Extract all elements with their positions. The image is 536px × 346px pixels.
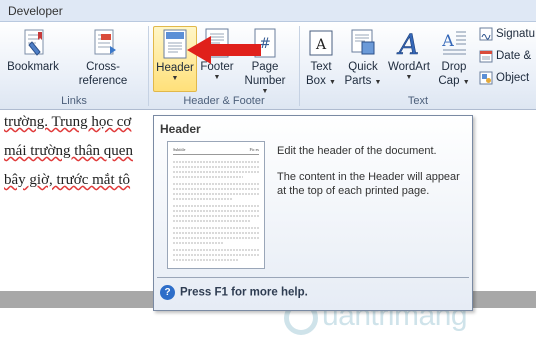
footer-dropdown-icon[interactable]: ▼ xyxy=(197,74,237,82)
header-tooltip: Header Subtitle Pic es Edit the header o… xyxy=(153,115,473,311)
thumbnail-header-rule xyxy=(173,154,259,155)
signature-icon xyxy=(479,27,493,41)
text-group-label: Text xyxy=(407,95,429,107)
object-button[interactable]: Object xyxy=(479,71,529,89)
drop-cap-button[interactable]: A Drop Cap ▼ xyxy=(437,26,471,92)
date-time-label: Date & xyxy=(496,50,532,63)
document-text-line: bây giờ, trước mắt tô xyxy=(4,172,131,188)
quick-parts-dropdown-icon[interactable]: ▼ xyxy=(375,79,382,86)
quick-parts-label-line2: Parts xyxy=(344,75,372,87)
tooltip-help-text: Press F1 for more help. xyxy=(180,286,308,299)
help-icon: ? xyxy=(160,285,175,300)
svg-text:A: A xyxy=(315,37,327,53)
svg-text:A: A xyxy=(441,31,454,50)
header-footer-group-label: Header & Footer xyxy=(183,95,265,107)
bookmark-label: Bookmark xyxy=(7,61,59,73)
text-box-label-line1: Text xyxy=(310,61,332,73)
group-separator xyxy=(148,26,149,106)
cross-reference-icon xyxy=(94,29,116,55)
quick-parts-icon xyxy=(351,29,375,55)
bookmark-button[interactable]: Bookmark xyxy=(6,26,60,92)
wordart-dropdown-icon[interactable]: ▼ xyxy=(385,74,433,82)
bookmark-icon xyxy=(24,29,44,56)
tooltip-divider xyxy=(157,277,469,278)
ribbon: Bookmark Cross-reference Links Header ▼ … xyxy=(0,22,536,110)
cross-reference-label: Cross-reference xyxy=(78,61,128,87)
thumbnail-body-lines xyxy=(173,161,259,261)
red-arrow-annotation xyxy=(187,36,261,64)
svg-text:A: A xyxy=(396,28,419,60)
text-box-label-line2: Box xyxy=(306,75,326,87)
cross-reference-button[interactable]: Cross-reference xyxy=(62,26,144,92)
quick-parts-button[interactable]: Quick Parts ▼ xyxy=(344,26,382,92)
document-text-line: trường. Trung học cơ xyxy=(4,114,132,130)
drop-cap-icon: A xyxy=(441,31,466,55)
document-text-line: mái trường thân quen xyxy=(4,143,133,159)
drop-cap-dropdown-icon[interactable]: ▼ xyxy=(463,79,470,86)
tooltip-detail: The content in the Header will appear at… xyxy=(277,171,460,197)
page-number-label-line2: Number xyxy=(244,75,286,87)
text-box-icon: A xyxy=(309,30,333,56)
text-box-dropdown-icon[interactable]: ▼ xyxy=(329,79,336,86)
tooltip-title: Header xyxy=(160,122,201,136)
thumbnail-header-left: Subtitle xyxy=(173,147,186,152)
wordart-label: WordArt xyxy=(388,61,430,73)
drop-cap-label-line1: Drop xyxy=(441,61,467,73)
header-dropdown-icon[interactable]: ▼ xyxy=(154,75,196,83)
object-icon xyxy=(479,71,493,85)
object-label: Object xyxy=(496,72,530,85)
thumbnail-header-right: Pic es xyxy=(249,147,259,152)
header-preview-thumbnail: Subtitle Pic es xyxy=(167,141,265,269)
calendar-icon xyxy=(479,50,493,63)
wordart-button[interactable]: A WordArt ▼ xyxy=(385,26,433,92)
date-time-button[interactable]: Date & xyxy=(479,49,531,67)
tab-developer[interactable]: Developer xyxy=(8,4,63,18)
tooltip-description: Edit the header of the document. xyxy=(277,145,437,157)
text-box-button[interactable]: A Text Box ▼ xyxy=(304,26,338,92)
wordart-icon: A xyxy=(396,28,420,60)
ribbon-tab-strip: Developer xyxy=(0,0,536,22)
group-separator xyxy=(299,26,300,106)
links-group-label: Links xyxy=(61,95,87,107)
tooltip-help: ? Press F1 for more help. xyxy=(160,285,308,300)
signature-line-button[interactable]: Signatu xyxy=(479,27,535,45)
quick-parts-label-line1: Quick xyxy=(348,61,378,73)
signature-label: Signatu xyxy=(496,28,536,41)
drop-cap-label-line2: Cap xyxy=(438,75,460,87)
